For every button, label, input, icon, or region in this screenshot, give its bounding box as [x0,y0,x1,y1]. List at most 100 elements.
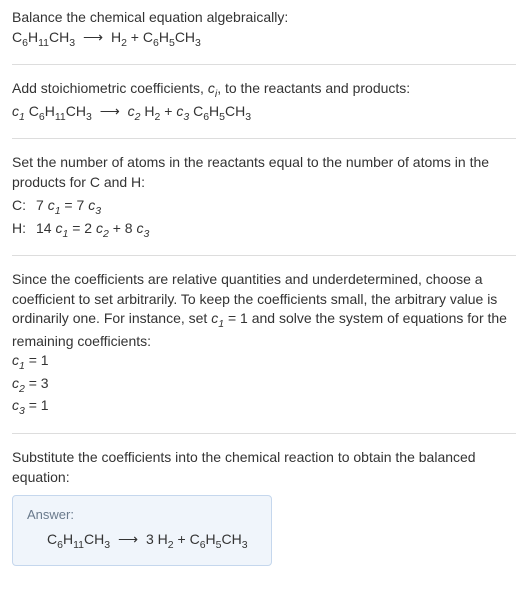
reactant-1: C6H11CH3 [29,103,92,119]
t: 2 [84,220,96,236]
t: c [12,352,19,368]
s: 3 [183,110,189,122]
answer-box: Answer: C6H11CH3 ⟶ 3 H2 + C6H5CH3 [12,495,272,566]
reactant-1: C6H11CH3 [12,29,75,45]
carbon-label: C: [12,196,36,218]
t: H [206,531,216,547]
t: CH [84,531,104,547]
plus: + [109,220,125,236]
hydrogen-eq: 14 c1 = 2 c2 + 8 c 3 [36,219,159,241]
t: c [12,103,19,119]
s: 3 [69,36,75,48]
t: H [63,531,73,547]
t: c [12,375,19,391]
t: c [208,80,215,96]
s: 3 [245,110,251,122]
carbon-eq: 7 c1 = 7 c3 [36,196,159,218]
eq: = [68,220,84,236]
s: 11 [55,110,66,122]
product-2: C6H5CH3 [143,29,201,45]
t: 8 [125,220,137,236]
atom-equations: C: 7 c1 = 7 c3 H: 14 c1 = 2 c2 + 8 c3 [12,196,159,241]
t: 7 [36,197,48,213]
t: C [143,29,153,45]
carbon-row: C: 7 c1 = 7 c3 [12,196,159,218]
equation-1: C6H11CH3 ⟶ H2 + C6H5CH3 [12,28,516,50]
divider [12,255,516,256]
c: c1 [55,220,68,236]
step-2-text: Add stoichiometric coefficients, ci, to … [12,79,516,101]
step-5-text: Substitute the coefficients into the che… [12,448,516,487]
t: H [144,103,154,119]
t: , to the reactants and products: [217,80,410,96]
t: H [45,103,55,119]
product-2: C6H5CH3 [193,103,251,119]
step-4-text: Since the coefficients are relative quan… [12,270,516,351]
equation-2: c1 C6H11CH3 ⟶ c2 H2 + c3 C6H5CH3 [12,102,516,124]
s: 3 [242,539,248,551]
t: C [47,531,57,547]
hydrogen-label: H: [12,219,36,241]
v: = 3 [25,375,49,391]
t: c [48,197,55,213]
s: 1 [19,110,25,122]
t: H [159,29,169,45]
t: c [12,397,19,413]
c: c2 [96,220,109,236]
c1: c1 [12,103,25,119]
solution-c1: c1 = 1 [12,351,516,373]
s: 3 [195,36,201,48]
t: H [209,103,219,119]
t: CH [175,29,195,45]
arrow: ⟶ [114,531,142,547]
c1: c1 [211,310,224,326]
s: 3 [143,228,149,240]
product-1: H2 [158,531,174,547]
divider [12,64,516,65]
t: C [29,103,39,119]
plus: + [174,531,190,547]
ci: ci [208,80,217,96]
t: 7 [77,197,89,213]
solution-c2: c2 = 3 [12,374,516,396]
plus: + [160,103,176,119]
t: c [128,103,135,119]
t: CH [222,531,242,547]
intro-text: Balance the chemical equation algebraica… [12,8,516,28]
product-1: H2 [144,103,160,119]
s: 3 [86,110,92,122]
t: C [190,531,200,547]
arrow: ⟶ [96,103,124,119]
t: CH [49,29,69,45]
s: 11 [38,36,49,48]
plus: + [127,29,143,45]
coef: 3 [146,531,158,547]
divider [12,433,516,434]
arrow: ⟶ [79,29,107,45]
v: = 1 [25,397,49,413]
s: 11 [73,539,84,551]
c: c3 [88,197,101,213]
eq: = [61,197,77,213]
answer-equation: C6H11CH3 ⟶ 3 H2 + C6H5CH3 [27,530,257,552]
s: 3 [104,539,110,551]
answer-label: Answer: [27,506,257,524]
solution-c3: c3 = 1 [12,396,516,418]
t: H [158,531,168,547]
t: CH [225,103,245,119]
c: c3 [12,397,25,413]
reactant-1: C6H11CH3 [47,531,110,547]
t: Add stoichiometric coefficients, [12,80,208,96]
v: = 1 [25,352,49,368]
c2: c2 [128,103,141,119]
c: c1 [48,197,61,213]
t: 14 [36,220,55,236]
product-1: H2 [111,29,127,45]
t: c [96,220,103,236]
s: 3 [95,205,101,217]
hydrogen-row: H: 14 c1 = 2 c2 + 8 c 3 [12,219,159,241]
step-3-text: Set the number of atoms in the reactants… [12,153,516,192]
product-2: C6H5CH3 [190,531,248,547]
c: c2 [12,375,25,391]
t: CH [66,103,86,119]
